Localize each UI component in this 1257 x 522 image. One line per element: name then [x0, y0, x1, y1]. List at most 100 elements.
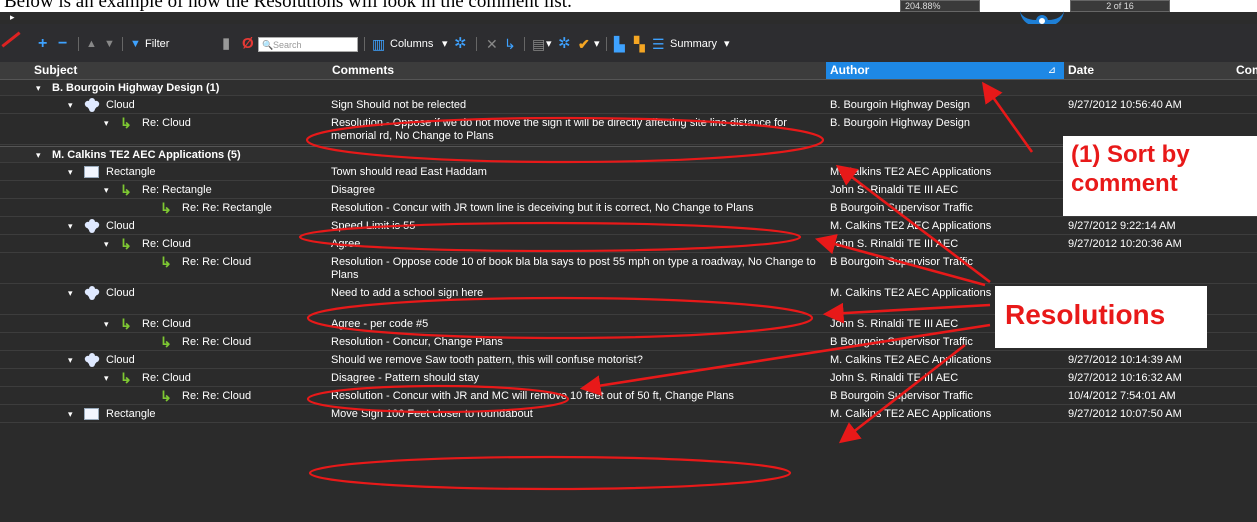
collapse-toggle-icon[interactable]: ▾ [104, 118, 109, 129]
author-cell: B Bourgoin Supervisor Traffic [830, 336, 973, 348]
subject-cell: Rectangle [106, 166, 156, 178]
stamp-icon[interactable]: ▤ [532, 36, 545, 52]
clear-filter-icon[interactable]: Ø [242, 36, 254, 52]
chevron-down-icon[interactable]: ▾ [594, 36, 600, 52]
expand-all-icon[interactable]: + [38, 36, 47, 52]
date-cell: 9/27/2012 10:14:39 AM [1068, 354, 1182, 366]
table-row[interactable]: ↳ Re: Re: Cloud Resolution - Oppose code 1… [0, 254, 1257, 284]
author-cell: B Bourgoin Supervisor Traffic [830, 390, 973, 402]
summary-button[interactable]: Summary [670, 36, 717, 52]
column-header-author[interactable]: Author ⊿ [826, 62, 1064, 79]
date-cell: 9/27/2012 10:16:32 AM [1068, 372, 1182, 384]
table-row[interactable]: ▾ Cloud Should we remove Saw tooth pattern… [0, 352, 1257, 369]
page-field[interactable]: 2 of 16 [1070, 0, 1170, 12]
group-label: B. Bourgoin Highway Design (1) [52, 82, 220, 94]
columns-button[interactable]: Columns [390, 36, 433, 52]
settings-gear-icon[interactable]: ✲ [454, 36, 467, 52]
resolutions-callout: Resolutions [995, 286, 1207, 348]
subject-cell: Re: Cloud [142, 318, 191, 330]
toolbar-divider [78, 37, 79, 51]
collapse-toggle-icon[interactable]: ▾ [68, 167, 73, 178]
zoom-field[interactable]: 204.88% [900, 0, 980, 12]
reply-arrow-icon: ↳ [120, 115, 132, 131]
toolbar-divider [476, 37, 477, 51]
author-cell: M. Calkins TE2 AEC Applications [830, 408, 992, 420]
page-nav-handle[interactable] [1036, 15, 1048, 24]
move-down-icon[interactable]: ▼ [104, 36, 115, 52]
subject-cell: Re: Rectangle [142, 184, 212, 196]
filter-icon[interactable]: ▼ [130, 36, 141, 52]
date-cell: 9/27/2012 9:22:14 AM [1068, 220, 1176, 232]
column-header-comments[interactable]: Comments [328, 62, 826, 79]
subject-cell: Cloud [106, 99, 135, 111]
author-cell: B Bourgoin Supervisor Traffic [830, 256, 973, 268]
collapse-toggle-icon[interactable]: ▾ [68, 409, 73, 420]
date-cell: 10/4/2012 7:54:01 AM [1068, 390, 1176, 402]
collapse-toggle-icon[interactable]: ▾ [68, 288, 73, 299]
table-row[interactable]: ▾ ↳ Re: Cloud Disagree - Pattern should sta… [0, 370, 1257, 387]
author-cell: John S. Rinaldi TE III AEC [830, 184, 959, 196]
trash-icon[interactable]: ▮ [222, 36, 230, 52]
caption-strip: Below is an example of how the Resolutio… [0, 0, 1257, 24]
collapse-toggle-icon[interactable]: ▾ [104, 239, 109, 250]
reply-arrow-icon: ↳ [160, 254, 172, 270]
reply-arrow-icon: ↳ [160, 388, 172, 404]
collapse-toggle-icon[interactable]: ▾ [104, 319, 109, 330]
collapse-toggle-icon[interactable]: ▾ [68, 100, 73, 111]
column-header-subject[interactable]: Subject [30, 62, 328, 79]
subject-cell: Re: Re: Rectangle [182, 202, 272, 214]
reply-arrow-icon: ↳ [120, 370, 132, 386]
reply-icon[interactable]: ↳ [504, 36, 516, 52]
summary-list-icon[interactable]: ☰ [652, 36, 665, 52]
subject-cell: Cloud [106, 220, 135, 232]
comment-cell: Move Sign 100 Feet closer to roundabout [331, 408, 533, 420]
reply-arrow-icon: ↳ [160, 334, 172, 350]
toolbar-divider [606, 37, 607, 51]
table-row[interactable]: ↳ Re: Re: Cloud Resolution - Concur with J… [0, 388, 1257, 405]
comment-cell: Town should read East Haddam [331, 166, 487, 178]
collapse-all-icon[interactable]: − [58, 36, 67, 52]
filter-button[interactable]: Filter [145, 36, 169, 52]
subject-cell: Rectangle [106, 408, 156, 420]
comment-cell: Resolution - Oppose code 10 of book bla … [331, 256, 816, 281]
table-row[interactable]: ▾ Cloud Speed Limit is 55 M. Calkins TE2 AE… [0, 218, 1257, 235]
comment-cell: Disagree - Pattern should stay [331, 372, 479, 384]
cloud-markup-icon [84, 219, 100, 233]
reply-arrow-icon: ↳ [120, 182, 132, 198]
chevron-down-icon[interactable]: ▾ [546, 36, 552, 52]
table-row[interactable]: ▾ Cloud Sign Should not be relected B. Bour… [0, 97, 1257, 114]
collapse-toggle-icon[interactable]: ▾ [36, 83, 41, 94]
expand-arrow-icon[interactable]: ▸ [10, 12, 15, 23]
search-input[interactable]: 🔍 Search [258, 37, 358, 52]
table-row[interactable]: ▾ ↳ Re: Cloud Agree John S. Rinaldi TE III A… [0, 236, 1257, 253]
chevron-down-icon[interactable]: ▾ [724, 36, 730, 52]
collapse-toggle-icon[interactable]: ▾ [104, 373, 109, 384]
comment-cell: Resolution - Concur with JR and MC will … [331, 390, 734, 402]
report-icon[interactable]: ▚ [634, 36, 645, 52]
subject-cell: Re: Re: Cloud [182, 336, 252, 348]
status-gear-icon[interactable]: ✲ [558, 36, 571, 52]
export-icon[interactable]: ▙ [614, 36, 625, 52]
toolbar-divider [524, 37, 525, 51]
move-up-icon[interactable]: ▲ [86, 36, 97, 52]
checkmark-icon[interactable]: ✔ [578, 36, 590, 52]
group-label: M. Calkins TE2 AEC Applications (5) [52, 149, 241, 161]
collapse-toggle-icon[interactable]: ▾ [68, 221, 73, 232]
markups-toolbar: + − ▲ ▼ ▼ Filter ▮ Ø 🔍 Search ▥ Columns … [0, 24, 1257, 62]
delete-icon[interactable]: ✕ [486, 36, 498, 52]
group-row[interactable]: ▾ B. Bourgoin Highway Design (1) [0, 79, 1257, 96]
collapse-toggle-icon[interactable]: ▾ [68, 355, 73, 366]
date-cell: 9/27/2012 10:20:36 AM [1068, 238, 1182, 250]
collapse-toggle-icon[interactable]: ▾ [104, 185, 109, 196]
column-header-comment-type[interactable]: Com [1232, 62, 1257, 79]
search-icon: 🔍 [262, 40, 274, 50]
table-row[interactable]: ▾ Rectangle Move Sign 100 Feet closer to r… [0, 406, 1257, 423]
comment-cell: Should we remove Saw tooth pattern, this… [331, 354, 643, 366]
collapse-toggle-icon[interactable]: ▾ [36, 150, 41, 161]
author-cell: M. Calkins TE2 AEC Applications [830, 166, 992, 178]
column-header-date[interactable]: Date [1064, 62, 1232, 79]
subject-cell: Cloud [106, 354, 135, 366]
comment-cell: Resolution - Concur with JR town line is… [331, 202, 754, 214]
columns-icon[interactable]: ▥ [372, 36, 385, 52]
chevron-down-icon[interactable]: ▾ [442, 36, 448, 52]
